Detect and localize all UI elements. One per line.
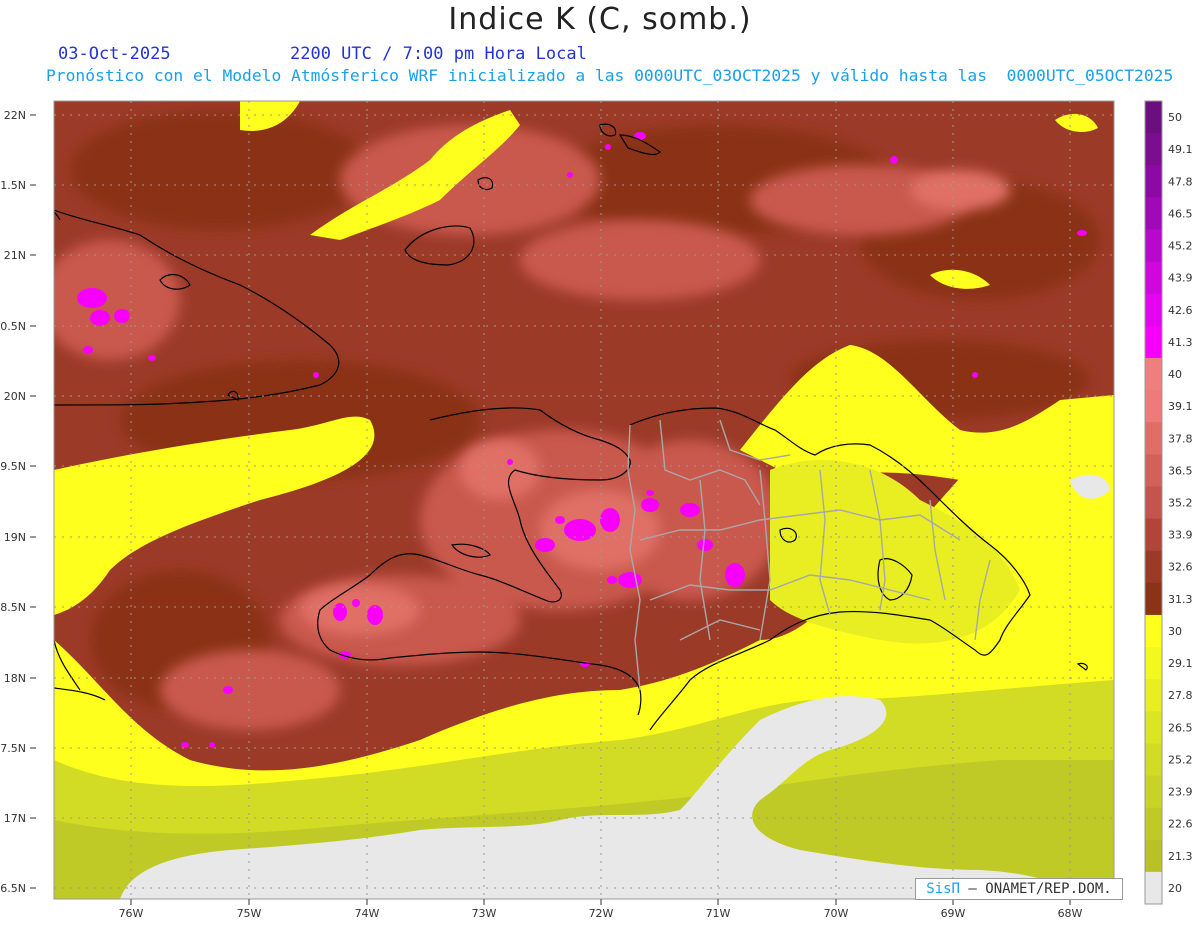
lat-label: 8.5N xyxy=(0,601,26,614)
colorbar-label: 37.8 xyxy=(1168,432,1193,445)
colorbar-label: 33.9 xyxy=(1168,529,1193,542)
colorbar-label: 29.1 xyxy=(1168,657,1193,670)
brand-logo-text: SisΠ xyxy=(926,881,960,897)
colorbar-label: 41.3 xyxy=(1168,336,1193,349)
colorbar-label: 42.6 xyxy=(1168,304,1193,317)
colorbar-label: 45.2 xyxy=(1168,240,1193,253)
colorbar-swatch xyxy=(1145,357,1162,391)
k-index-field xyxy=(54,101,1114,899)
colorbar-swatch xyxy=(1145,775,1162,809)
colorbar-swatch xyxy=(1145,165,1162,198)
colorbar-swatch xyxy=(1145,614,1162,648)
lon-label: 73W xyxy=(472,907,497,920)
lat-label: 6.5N xyxy=(0,882,26,895)
lon-label: 72W xyxy=(589,907,614,920)
lat-label: 7.5N xyxy=(0,742,26,755)
colorbar-label: 20 xyxy=(1168,882,1182,895)
colorbar-swatch xyxy=(1145,871,1162,905)
colorbar-label: 43.9 xyxy=(1168,272,1193,285)
lon-axis: 76W 75W 74W 73W 72W 71W 70W 69W 68W xyxy=(119,907,1083,920)
lat-label: 18N xyxy=(4,672,26,685)
lat-label: 19N xyxy=(4,531,26,544)
colorbar-swatch xyxy=(1145,454,1162,487)
k-index-map: 22N 1.5N 21N 0.5N 20N 9.5N 19N 8.5N 18N … xyxy=(0,100,1193,920)
colorbar-swatch xyxy=(1145,518,1162,552)
colorbar-swatch xyxy=(1145,101,1162,134)
colorbar-swatch xyxy=(1145,293,1162,327)
lat-label: 22N xyxy=(4,109,26,122)
colorbar-label: 50 xyxy=(1168,111,1182,124)
colorbar-label: 47.8 xyxy=(1168,175,1193,188)
lat-label: 9.5N xyxy=(0,460,26,473)
lat-label: 21N xyxy=(4,249,26,262)
colorbar: 50 49.1 47.8 46.5 45.2 43.9 42.6 41.3 40 39.1 37.8… xyxy=(1144,100,1193,905)
lon-label: 75W xyxy=(237,907,262,920)
colorbar-swatch xyxy=(1145,422,1162,455)
colorbar-label: 40 xyxy=(1168,368,1182,381)
lon-label: 70W xyxy=(824,907,849,920)
colorbar-swatch xyxy=(1145,197,1162,230)
lat-label: 0.5N xyxy=(0,320,26,333)
colorbar-label: 32.6 xyxy=(1168,561,1193,574)
colorbar-swatch xyxy=(1145,582,1162,616)
colorbar-swatch xyxy=(1145,390,1162,423)
colorbar-label: 30 xyxy=(1168,625,1182,638)
lat-axis: 22N 1.5N 21N 0.5N 20N 9.5N 19N 8.5N 18N … xyxy=(0,109,26,895)
colorbar-swatch xyxy=(1145,679,1162,712)
colorbar-label: 22.6 xyxy=(1168,818,1193,831)
lat-label: 17N xyxy=(4,812,26,825)
colorbar-label: 23.9 xyxy=(1168,786,1193,799)
colorbar-label: 36.5 xyxy=(1168,464,1193,477)
lat-label: 1.5N xyxy=(0,179,26,192)
credit-box: SisΠ – ONAMET/REP.DOM. xyxy=(915,878,1123,900)
colorbar-label: 27.8 xyxy=(1168,689,1193,702)
colorbar-swatch xyxy=(1145,647,1162,680)
colorbar-label: 49.1 xyxy=(1168,143,1193,156)
colorbar-swatch xyxy=(1145,486,1162,520)
colorbar-swatch xyxy=(1145,261,1162,295)
lon-label: 74W xyxy=(355,907,380,920)
colorbar-swatch xyxy=(1145,133,1162,166)
lat-label: 20N xyxy=(4,390,26,403)
colorbar-label: 21.3 xyxy=(1168,850,1193,863)
lon-label: 76W xyxy=(119,907,144,920)
colorbar-label: 39.1 xyxy=(1168,400,1193,413)
colorbar-label: 25.2 xyxy=(1168,753,1193,766)
colorbar-label: 46.5 xyxy=(1168,207,1193,220)
colorbar-label: 35.2 xyxy=(1168,497,1193,510)
lon-label: 71W xyxy=(706,907,731,920)
colorbar-swatch xyxy=(1145,229,1162,263)
colorbar-swatch xyxy=(1145,839,1162,873)
lon-label: 68W xyxy=(1058,907,1083,920)
colorbar-swatch xyxy=(1145,550,1162,584)
colorbar-swatch xyxy=(1145,711,1162,744)
credit-text: – ONAMET/REP.DOM. xyxy=(968,881,1112,897)
lon-label: 69W xyxy=(941,907,966,920)
colorbar-swatch xyxy=(1145,743,1162,777)
colorbar-swatch xyxy=(1145,807,1162,841)
colorbar-label: 31.3 xyxy=(1168,593,1193,606)
colorbar-swatch xyxy=(1145,325,1162,359)
colorbar-label: 26.5 xyxy=(1168,721,1193,734)
